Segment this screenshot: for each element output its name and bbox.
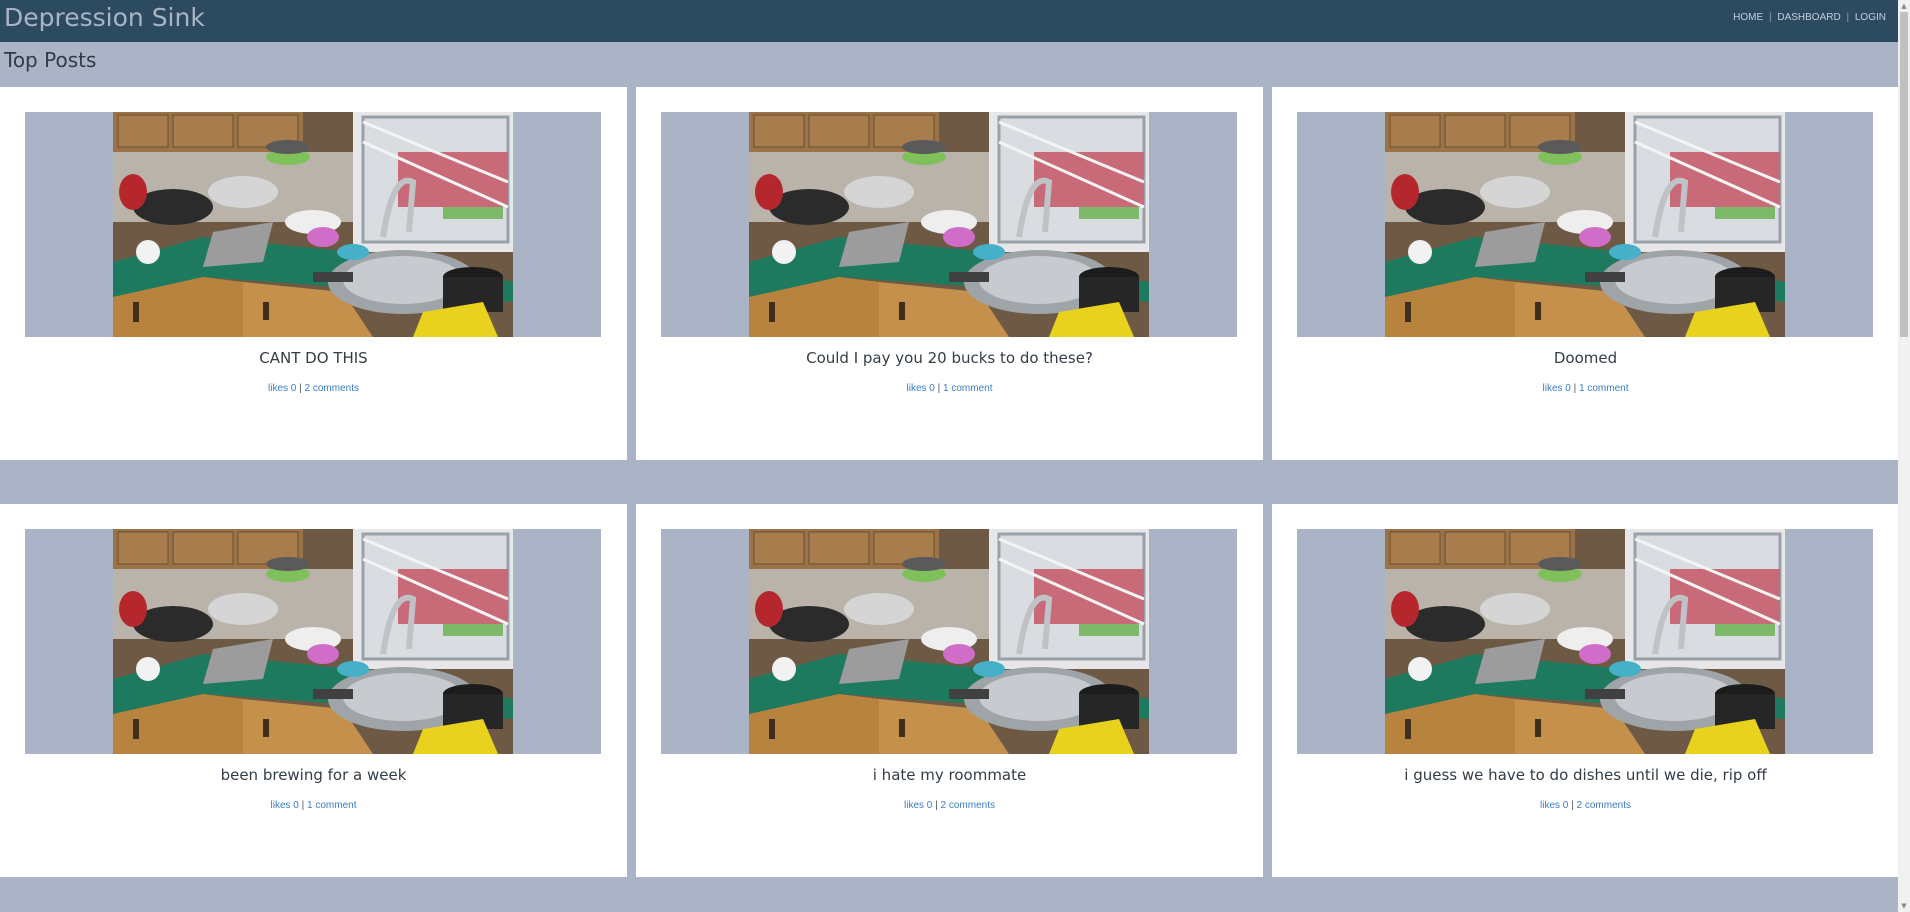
meta-separator: | bbox=[1571, 800, 1574, 811]
post-title[interactable]: Could I pay you 20 bucks to do these? bbox=[636, 349, 1263, 367]
scroll-up-icon[interactable]: ▲ bbox=[1898, 0, 1910, 12]
post-title[interactable]: been brewing for a week bbox=[0, 766, 627, 784]
post-meta: likes 0 | 2 comments bbox=[0, 383, 627, 394]
nav-separator: | bbox=[1768, 12, 1772, 23]
comments-link[interactable]: 2 comments bbox=[305, 383, 359, 394]
post-image[interactable] bbox=[1385, 112, 1785, 337]
post-card[interactable]: i guess we have to do dishes until we di… bbox=[1272, 504, 1899, 877]
post-title[interactable]: CANT DO THIS bbox=[0, 349, 627, 367]
post-title[interactable]: Doomed bbox=[1272, 349, 1899, 367]
comments-link[interactable]: 1 comment bbox=[1579, 383, 1628, 394]
likes-link[interactable]: likes 0 bbox=[268, 383, 296, 394]
post-image[interactable] bbox=[113, 112, 513, 337]
meta-separator: | bbox=[1573, 383, 1577, 394]
nav-link-home[interactable]: HOME bbox=[1733, 12, 1763, 23]
post-image[interactable] bbox=[113, 529, 513, 754]
post-image[interactable] bbox=[749, 112, 1149, 337]
scroll-down-icon[interactable]: ▼ bbox=[1898, 900, 1910, 912]
post-image-frame bbox=[661, 529, 1237, 754]
nav-link-login[interactable]: LOGIN bbox=[1855, 12, 1886, 23]
post-image-frame bbox=[1297, 112, 1873, 337]
nav-separator: | bbox=[1846, 12, 1850, 23]
post-meta: likes 0 | 1 comment bbox=[636, 383, 1263, 394]
meta-separator: | bbox=[301, 800, 305, 811]
post-card[interactable]: Doomed likes 0 | 1 comment bbox=[1272, 87, 1899, 460]
comments-link[interactable]: 2 comments bbox=[941, 800, 995, 811]
post-title[interactable]: i guess we have to do dishes until we di… bbox=[1272, 766, 1899, 784]
post-meta: likes 0 | 2 comments bbox=[1272, 800, 1899, 811]
post-image-frame bbox=[1297, 529, 1873, 754]
comments-link[interactable]: 1 comment bbox=[307, 800, 356, 811]
comments-link[interactable]: 2 comments bbox=[1577, 800, 1631, 811]
likes-link[interactable]: likes 0 bbox=[1543, 383, 1571, 394]
post-meta: likes 0 | 1 comment bbox=[1272, 383, 1899, 394]
likes-link[interactable]: likes 0 bbox=[1540, 800, 1568, 811]
post-card[interactable]: CANT DO THIS likes 0 | 2 comments bbox=[0, 87, 627, 460]
post-card[interactable]: i hate my roommate likes 0 | 2 comments bbox=[636, 504, 1263, 877]
likes-link[interactable]: likes 0 bbox=[271, 800, 299, 811]
post-card[interactable]: been brewing for a week likes 0 | 1 comm… bbox=[0, 504, 627, 877]
vertical-scrollbar[interactable]: ▲ ▼ bbox=[1898, 0, 1910, 912]
top-navbar: Depression Sink HOME | DASHBOARD | LOGIN bbox=[0, 0, 1898, 42]
meta-separator: | bbox=[937, 383, 941, 394]
likes-link[interactable]: likes 0 bbox=[904, 800, 932, 811]
comments-link[interactable]: 1 comment bbox=[943, 383, 992, 394]
meta-separator: | bbox=[935, 800, 938, 811]
post-image[interactable] bbox=[1385, 529, 1785, 754]
post-meta: likes 0 | 2 comments bbox=[636, 800, 1263, 811]
post-image-frame bbox=[661, 112, 1237, 337]
post-image-frame bbox=[25, 529, 601, 754]
meta-separator: | bbox=[299, 383, 302, 394]
scrollbar-thumb[interactable] bbox=[1900, 12, 1908, 337]
post-meta: likes 0 | 1 comment bbox=[0, 800, 627, 811]
nav-links: HOME | DASHBOARD | LOGIN bbox=[1733, 12, 1886, 23]
page-title: Top Posts bbox=[4, 48, 97, 72]
brand-logo[interactable]: Depression Sink bbox=[4, 3, 205, 33]
post-image[interactable] bbox=[749, 529, 1149, 754]
post-card[interactable]: Could I pay you 20 bucks to do these? li… bbox=[636, 87, 1263, 460]
likes-link[interactable]: likes 0 bbox=[907, 383, 935, 394]
nav-link-dashboard[interactable]: DASHBOARD bbox=[1777, 12, 1840, 23]
post-title[interactable]: i hate my roommate bbox=[636, 766, 1263, 784]
post-image-frame bbox=[25, 112, 601, 337]
